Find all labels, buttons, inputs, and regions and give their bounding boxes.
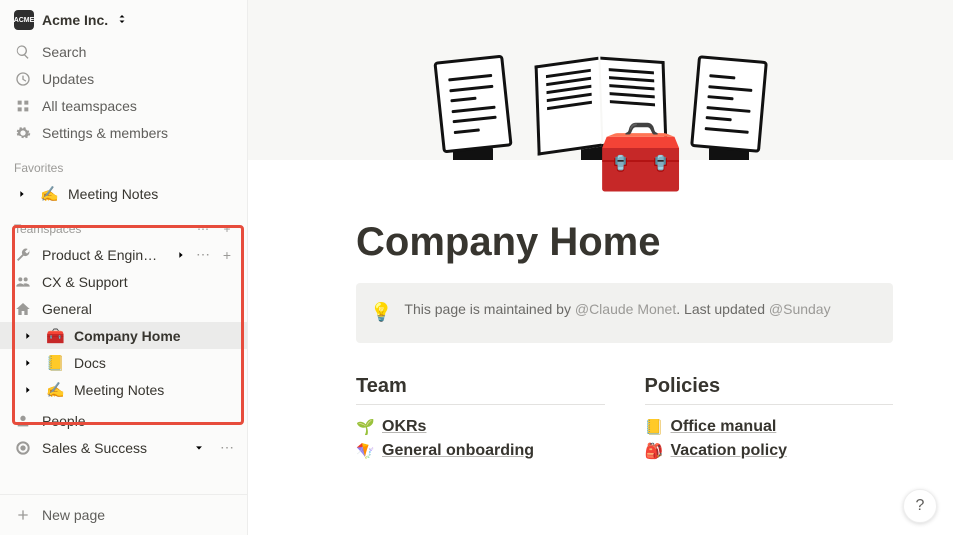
nav-label: People — [42, 413, 237, 429]
favorite-label: Meeting Notes — [68, 186, 237, 202]
teamspace-label: General — [42, 301, 237, 317]
page-company-home[interactable]: 🧰 Company Home — [0, 322, 247, 349]
teamspace-product-engineering[interactable]: Product & Engin… ⋯ + — [0, 241, 247, 268]
teamspaces-header[interactable]: Teamspaces ⋯ + — [0, 217, 247, 241]
plus-icon — [14, 506, 32, 524]
page-label: Meeting Notes — [74, 382, 237, 398]
column-policies: Policies 📒 Office manual 🎒 Vacation poli… — [645, 375, 894, 463]
chevron-right-icon[interactable] — [20, 331, 36, 341]
page-label: Company Home — [74, 328, 237, 344]
seedling-emoji-icon: 🌱 — [356, 418, 374, 436]
workspace-switcher[interactable]: ACME Acme Inc. — [0, 6, 247, 38]
more-icon[interactable]: ⋯ — [217, 438, 237, 458]
nav-settings[interactable]: Settings & members — [0, 119, 247, 146]
chevron-right-icon[interactable] — [14, 189, 30, 199]
more-icon[interactable]: ⋯ — [193, 219, 213, 239]
new-page-button[interactable]: New page — [0, 495, 247, 535]
nav-updates[interactable]: Updates — [0, 65, 247, 92]
nav-label: Settings & members — [42, 125, 237, 141]
sidebar: ACME Acme Inc. Search Updates All teamsp… — [0, 0, 248, 535]
nav-search[interactable]: Search — [0, 38, 247, 65]
kite-emoji-icon: 🪁 — [356, 442, 374, 460]
note-emoji-icon: ✍️ — [40, 185, 58, 203]
page-label: Docs — [74, 355, 237, 371]
main-content: 🧰 Company Home 💡 This page is maintained… — [248, 0, 953, 535]
chevron-right-icon[interactable] — [173, 245, 189, 265]
nav-label: All teamspaces — [42, 98, 237, 114]
nav-label: Search — [42, 44, 237, 60]
chevron-right-icon[interactable] — [20, 385, 36, 395]
link-label: General onboarding — [382, 442, 534, 460]
workspace-name: Acme Inc. — [42, 12, 108, 28]
new-page-label: New page — [42, 507, 237, 523]
page-icon[interactable]: 🧰 — [597, 122, 675, 200]
gear-icon — [14, 124, 32, 142]
bulb-icon: 💡 — [370, 299, 392, 327]
link-label: Office manual — [671, 418, 777, 436]
more-icon[interactable]: ⋯ — [193, 245, 213, 265]
page-title[interactable]: Company Home — [356, 220, 893, 265]
teamspace-label: Product & Engin… — [42, 247, 163, 263]
chevron-down-icon[interactable] — [191, 443, 207, 453]
page-docs[interactable]: 📒 Docs — [0, 349, 247, 376]
home-icon — [14, 300, 32, 318]
ledger-emoji-icon: 📒 — [46, 354, 64, 372]
favorite-item[interactable]: ✍️ Meeting Notes — [0, 180, 247, 207]
column-heading[interactable]: Policies — [645, 375, 894, 398]
nav-label: Updates — [42, 71, 237, 87]
chevron-up-down-icon — [116, 12, 128, 28]
page-link-office-manual[interactable]: 📒 Office manual — [645, 415, 894, 439]
page-link-okrs[interactable]: 🌱 OKRs — [356, 415, 605, 439]
backpack-emoji-icon: 🎒 — [645, 442, 663, 460]
ledger-emoji-icon: 📒 — [645, 418, 663, 436]
people-icon — [14, 412, 32, 430]
teamspace-cx-support[interactable]: CX & Support — [0, 268, 247, 295]
page-link-onboarding[interactable]: 🪁 General onboarding — [356, 439, 605, 463]
favorites-header[interactable]: Favorites — [0, 156, 247, 180]
chevron-right-icon[interactable] — [20, 358, 36, 368]
workspace-badge: ACME — [14, 10, 34, 30]
nav-label: Sales & Success — [42, 440, 181, 456]
teamspaces-icon — [14, 97, 32, 115]
teamspace-general[interactable]: General — [0, 295, 247, 322]
page-link-vacation-policy[interactable]: 🎒 Vacation policy — [645, 439, 894, 463]
teamspace-label: CX & Support — [42, 274, 237, 290]
note-emoji-icon: ✍️ — [46, 381, 64, 399]
clock-icon — [14, 70, 32, 88]
plus-icon[interactable]: + — [217, 245, 237, 265]
link-label: OKRs — [382, 418, 426, 436]
column-heading[interactable]: Team — [356, 375, 605, 398]
nav-all-teamspaces[interactable]: All teamspaces — [0, 92, 247, 119]
callout-block[interactable]: 💡 This page is maintained by @Claude Mon… — [356, 283, 893, 343]
mention-date[interactable]: @Sunday — [769, 301, 831, 317]
column-team: Team 🌱 OKRs 🪁 General onboarding — [356, 375, 605, 463]
target-icon — [14, 439, 32, 457]
plus-icon[interactable]: + — [217, 219, 237, 239]
group-icon — [14, 273, 32, 291]
page-meeting-notes[interactable]: ✍️ Meeting Notes — [0, 376, 247, 403]
link-label: Vacation policy — [671, 442, 787, 460]
wrench-icon — [14, 246, 32, 264]
help-button[interactable]: ? — [903, 489, 937, 523]
nav-sales-success[interactable]: Sales & Success ⋯ — [0, 434, 247, 461]
search-icon — [14, 43, 32, 61]
toolbox-emoji-icon: 🧰 — [46, 327, 64, 345]
mention-user[interactable]: @Claude Monet — [575, 301, 676, 317]
callout-text: This page is maintained by @Claude Monet… — [404, 299, 830, 327]
nav-people[interactable]: People — [0, 407, 247, 434]
